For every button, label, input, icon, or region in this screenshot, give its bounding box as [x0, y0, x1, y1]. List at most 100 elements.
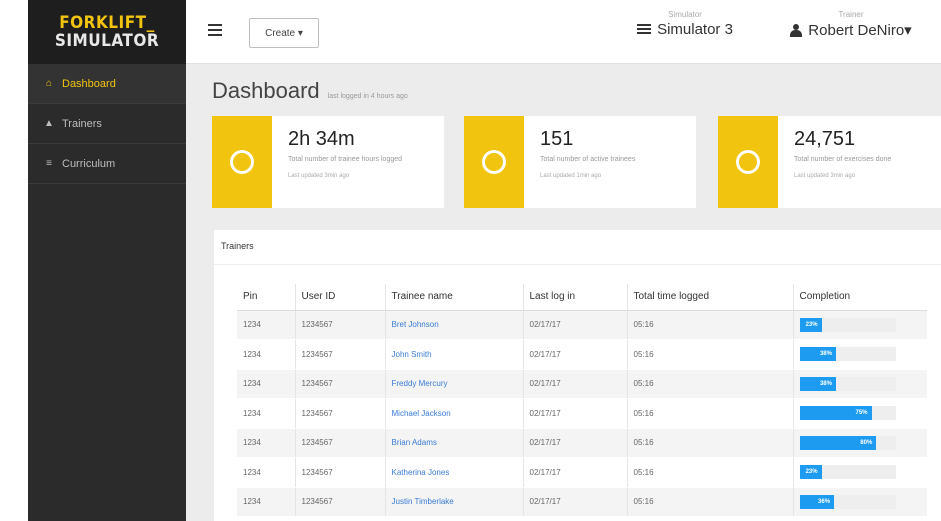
- cell-trainee-name[interactable]: Brian Adams: [385, 428, 524, 458]
- column-header-total-time[interactable]: Total time logged: [627, 284, 794, 311]
- trainers-table: Pin User ID Trainee name Last log in Tot…: [237, 284, 927, 517]
- stat-description: Total number of exercises done: [794, 156, 892, 163]
- cell-completion: 38%: [793, 369, 927, 399]
- cell-pin: 1234: [237, 487, 296, 517]
- progress-bar: 80%: [799, 435, 877, 450]
- cell-pin: 1234: [237, 369, 296, 399]
- cell-user-id: 1234567: [295, 310, 386, 340]
- simulator-selector[interactable]: Simulator Simulator 3: [620, 10, 750, 38]
- column-header-trainee-name[interactable]: Trainee name: [385, 284, 524, 311]
- progress-track: 23%: [799, 317, 896, 332]
- logo-line-2: SIMULATOR: [54, 31, 160, 51]
- top-bar: Create ▾ Simulator Simulator 3 Trainer R…: [186, 0, 941, 64]
- list-icon: ≡: [46, 158, 52, 169]
- table-row[interactable]: 1234 1234567 Michael Jackson 02/17/17 05:16 7…: [237, 398, 927, 429]
- cell-completion: 36%: [793, 487, 927, 517]
- cell-last-login: 02/17/17: [523, 369, 628, 399]
- cell-completion: 38%: [793, 339, 927, 370]
- logo-line-1: FORKLIFT_: [59, 13, 155, 33]
- cell-total-time: 05:16: [627, 398, 794, 429]
- cell-user-id: 1234567: [295, 428, 386, 458]
- cell-total-time: 05:16: [627, 428, 794, 458]
- stat-card-trainees: 151 Total number of active trainees Last…: [464, 116, 696, 208]
- cell-pin: 1234: [237, 339, 296, 370]
- cell-pin: 1234: [237, 428, 296, 458]
- divider: [214, 264, 941, 265]
- progress-track: 75%: [799, 406, 896, 421]
- cell-last-login: 02/17/17: [523, 398, 628, 429]
- stat-updated: Last updated 3min ago: [288, 173, 350, 179]
- cell-completion: 23%: [793, 310, 927, 340]
- table-row[interactable]: 1234 1234567 Katherina Jones 02/17/17 05:16 2…: [237, 457, 927, 488]
- progress-bar: 75%: [799, 406, 872, 421]
- cell-trainee-name[interactable]: Bret Johnson: [385, 310, 524, 340]
- cell-total-time: 05:16: [627, 339, 794, 370]
- cell-trainee-name[interactable]: Freddy Mercury: [385, 369, 524, 399]
- table-row[interactable]: 1234 1234567 Brian Adams 02/17/17 05:16 80%: [237, 428, 927, 458]
- cell-last-login: 02/17/17: [523, 310, 628, 340]
- cell-trainee-name[interactable]: John Smith: [385, 339, 524, 370]
- table-row[interactable]: 1234 1234567 Justin Timberlake 02/17/17 05:1…: [237, 487, 927, 517]
- create-button[interactable]: Create ▾: [249, 18, 319, 48]
- cell-pin: 1234: [237, 398, 296, 429]
- simulator-caption: Simulator: [668, 10, 702, 19]
- simulator-icon: [637, 24, 652, 35]
- cell-user-id: 1234567: [295, 398, 386, 429]
- column-header-completion[interactable]: Completion: [793, 284, 927, 311]
- stat-value: 2h 34m: [288, 128, 355, 150]
- table-row[interactable]: 1234 1234567 Bret Johnson 02/17/17 05:16 23%: [237, 310, 927, 340]
- trainer-value: Robert DeNiro▾: [808, 22, 912, 39]
- progress-track: 36%: [799, 494, 896, 509]
- sidebar-item-curriculum[interactable]: ≡ Curriculum: [28, 144, 186, 184]
- user-circle-icon: [464, 116, 524, 208]
- sidebar-item-label: Dashboard: [62, 77, 116, 90]
- cell-total-time: 05:16: [627, 369, 794, 399]
- sidebar-item-label: Trainers: [62, 117, 102, 130]
- sidebar-item-trainers[interactable]: ▲ Trainers: [28, 104, 186, 144]
- progress-track: 38%: [799, 376, 896, 391]
- table-row[interactable]: 1234 1234567 Freddy Mercury 02/17/17 05:16 38…: [237, 369, 927, 399]
- progress-track: 23%: [799, 465, 896, 480]
- sidebar: FORKLIFT_ SIMULATOR ⌂ Dashboard ▲ Traine…: [28, 0, 186, 521]
- menu-toggle-icon[interactable]: [208, 24, 222, 36]
- stat-value: 151: [540, 128, 574, 150]
- trainer-selector[interactable]: Trainer Robert DeNiro▾: [776, 10, 926, 39]
- stat-card-exercises: 24,751 Total number of exercises done La…: [718, 116, 941, 208]
- progress-track: 38%: [799, 347, 896, 362]
- cell-last-login: 02/17/17: [523, 487, 628, 517]
- cell-pin: 1234: [237, 457, 296, 488]
- progress-bar: 38%: [799, 376, 836, 391]
- progress-bar: 23%: [799, 465, 822, 480]
- sidebar-item-dashboard[interactable]: ⌂ Dashboard: [28, 64, 186, 104]
- cell-last-login: 02/17/17: [523, 339, 628, 370]
- stat-updated: Last updated 3min ago: [794, 173, 856, 179]
- page-subtitle: last logged in 4 hours ago: [327, 93, 408, 100]
- column-header-last-login[interactable]: Last log in: [523, 284, 628, 311]
- cell-total-time: 05:16: [627, 487, 794, 517]
- stat-description: Total number of trainee hours logged: [288, 156, 403, 163]
- trainers-panel: Trainers Pin User ID Trainee name Last l…: [214, 230, 941, 521]
- table-row[interactable]: 1234 1234567 John Smith 02/17/17 05:16 38%: [237, 339, 927, 370]
- table-header-row: Pin User ID Trainee name Last log in Tot…: [237, 284, 927, 311]
- app-logo[interactable]: FORKLIFT_ SIMULATOR: [28, 0, 186, 64]
- user-icon: [790, 23, 803, 37]
- user-icon: ▲: [44, 118, 54, 129]
- stat-value: 24,751: [794, 128, 856, 150]
- column-header-pin[interactable]: Pin: [237, 284, 296, 311]
- simulator-value: Simulator 3: [657, 21, 733, 38]
- progress-bar: 38%: [799, 347, 836, 362]
- cell-user-id: 1234567: [295, 487, 386, 517]
- stat-updated: Last updated 1min ago: [540, 173, 602, 179]
- column-header-user-id[interactable]: User ID: [295, 284, 386, 311]
- progress-track: 80%: [799, 435, 896, 450]
- cell-trainee-name[interactable]: Michael Jackson: [385, 398, 524, 429]
- app-window: FORKLIFT_ SIMULATOR ⌂ Dashboard ▲ Traine…: [28, 0, 941, 521]
- cell-trainee-name[interactable]: Justin Timberlake: [385, 487, 524, 517]
- stat-description: Total number of active trainees: [540, 156, 636, 163]
- cell-user-id: 1234567: [295, 457, 386, 488]
- trainer-caption: Trainer: [838, 10, 864, 19]
- cell-total-time: 05:16: [627, 457, 794, 488]
- cell-completion: 23%: [793, 457, 927, 488]
- cell-trainee-name[interactable]: Katherina Jones: [385, 457, 524, 488]
- page-header: Dashboard last logged in 4 hours ago: [212, 78, 408, 104]
